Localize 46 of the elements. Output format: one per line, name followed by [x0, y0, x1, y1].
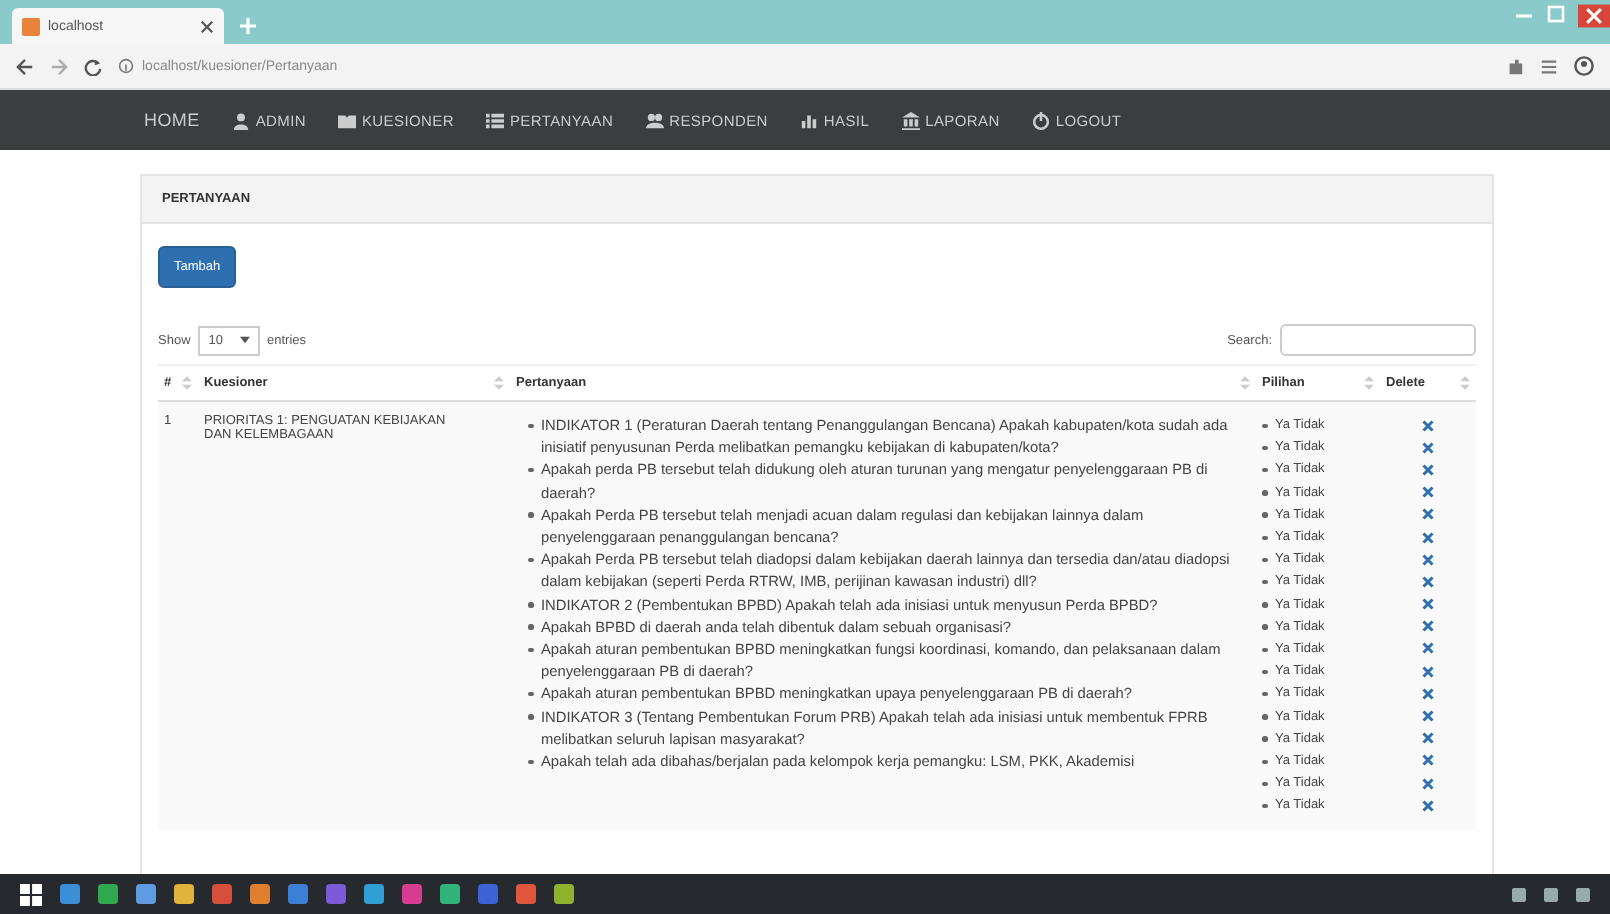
sort-icon — [1240, 376, 1250, 390]
delete-icon[interactable] — [1422, 531, 1434, 544]
delete-icon[interactable] — [1422, 754, 1434, 767]
tray-icon[interactable] — [1512, 887, 1526, 901]
extension-icon[interactable] — [1506, 57, 1524, 75]
delete-icon[interactable] — [1422, 710, 1434, 723]
search-field[interactable] — [1280, 324, 1476, 356]
delete-icon[interactable] — [1422, 441, 1434, 454]
back-icon[interactable] — [16, 57, 34, 75]
sort-icon — [1460, 376, 1470, 390]
delete-icon[interactable] — [1422, 486, 1434, 499]
reload-icon[interactable] — [84, 57, 102, 75]
delete-icon[interactable] — [1422, 463, 1434, 476]
delete-icon[interactable] — [1422, 799, 1434, 812]
close-icon[interactable] — [200, 19, 214, 33]
start-icon[interactable] — [20, 883, 42, 905]
info-icon — [118, 58, 134, 74]
list-icon — [485, 111, 504, 129]
delete-icon[interactable] — [1422, 419, 1434, 432]
delete-icon[interactable] — [1422, 732, 1434, 745]
delete-icon[interactable] — [1422, 777, 1434, 790]
menu-icon[interactable] — [1540, 57, 1558, 75]
caret-icon — [239, 336, 249, 344]
tray-icon[interactable] — [1576, 887, 1590, 901]
delete-icon[interactable] — [1422, 642, 1434, 655]
sort-icon — [494, 376, 504, 390]
delete-icon[interactable] — [1422, 687, 1434, 700]
account-icon[interactable] — [1574, 56, 1594, 76]
delete-icon[interactable] — [1422, 665, 1434, 678]
delete-icon[interactable] — [1422, 620, 1434, 633]
delete-icon[interactable] — [1422, 553, 1434, 566]
sort-icon — [1364, 376, 1374, 390]
bar-chart-icon — [799, 111, 818, 129]
nav-link[interactable]: HOME — [144, 110, 200, 130]
users-icon — [645, 111, 664, 129]
delete-icon[interactable] — [1422, 508, 1434, 521]
book-icon — [337, 111, 356, 129]
delete-icon[interactable] — [1422, 598, 1434, 611]
close-icon[interactable] — [1578, 4, 1610, 28]
page-icon — [22, 17, 40, 35]
delete-icon[interactable] — [1422, 575, 1434, 588]
sort-icon — [182, 376, 192, 390]
tray-icon[interactable] — [1544, 887, 1558, 901]
power-icon — [1031, 111, 1050, 129]
building-icon — [901, 111, 920, 129]
user-icon — [231, 111, 250, 129]
